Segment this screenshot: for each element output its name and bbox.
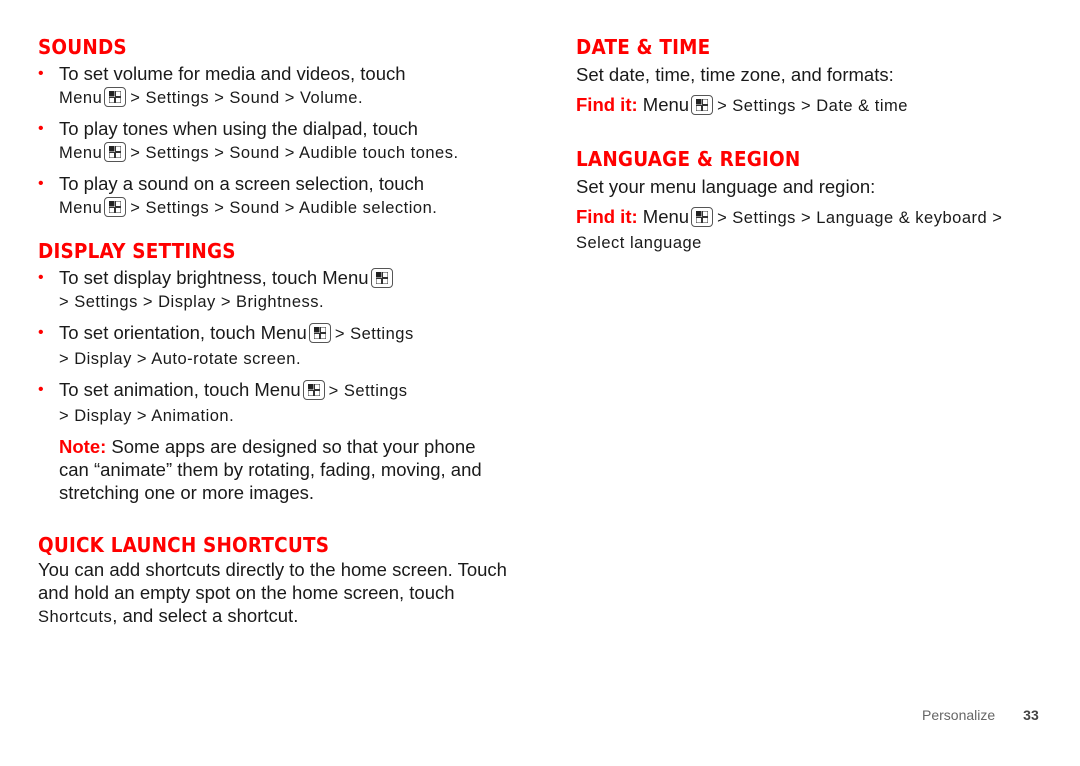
list-item: • To play tones when using the dialpad, t… (38, 118, 459, 162)
language-region-desc: Set your menu language and region: (576, 176, 876, 197)
language-region-section: LANGUAGE & REGION Set your menu language… (576, 146, 1046, 255)
bullet-icon: • (38, 120, 44, 137)
display-settings-heading: DISPLAY SETTINGS (38, 239, 236, 263)
menu-key-icon (104, 87, 127, 107)
sounds-heading: SOUNDS (38, 35, 127, 59)
page-number: 33 (1023, 707, 1039, 723)
list-item: • To set animation, touch Menu > Settings >… (38, 379, 408, 425)
menu-key-icon (691, 95, 714, 115)
display-settings-section: DISPLAY SETTINGS • To set display brightn… (38, 238, 508, 504)
note: Note: Some apps are designed so that you… (59, 436, 482, 503)
page-footer: Personalize 33 (922, 707, 1039, 723)
language-region-findit: Find it: Menu > Settings > Language & key… (576, 206, 1003, 252)
date-time-desc: Set date, time, time zone, and formats: (576, 64, 894, 85)
quick-launch-section: QUICK LAUNCH SHORTCUTS You can add short… (38, 532, 508, 629)
menu-key-icon (302, 380, 325, 400)
list-item: • To set display brightness, touch Menu > … (38, 266, 508, 314)
date-time-section: DATE & TIME Set date, time, time zone, a… (576, 34, 1046, 118)
bullet-icon: • (38, 324, 44, 341)
menu-key-icon (104, 142, 127, 162)
bullet-icon: • (38, 269, 44, 286)
list-item: • To set orientation, touch Menu > Setting… (38, 322, 414, 368)
date-time-heading: DATE & TIME (576, 35, 711, 59)
bullet-icon: • (38, 65, 44, 82)
list-item: • To play a sound on a screen selection, … (38, 173, 438, 217)
sounds-section: SOUNDS • To set volume for media and vide… (38, 34, 508, 220)
left-column: SOUNDS • To set volume for media and vide… (38, 34, 508, 647)
quick-launch-text: You can add shortcuts directly to the ho… (38, 559, 507, 626)
list-item: • To set volume for media and videos, tou… (38, 63, 406, 107)
date-time-findit: Find it: Menu > Settings > Date & time (576, 94, 908, 115)
footer-section-name: Personalize (922, 707, 996, 723)
bullet-icon: • (38, 175, 44, 192)
bullet-icon: • (38, 381, 44, 398)
language-region-heading: LANGUAGE & REGION (576, 147, 801, 171)
menu-key-icon (104, 197, 127, 217)
quick-launch-heading: QUICK LAUNCH SHORTCUTS (38, 533, 330, 557)
menu-key-icon (691, 207, 714, 227)
right-column: DATE & TIME Set date, time, time zone, a… (576, 34, 1046, 273)
menu-key-icon (308, 323, 331, 343)
menu-key-icon (370, 268, 393, 288)
